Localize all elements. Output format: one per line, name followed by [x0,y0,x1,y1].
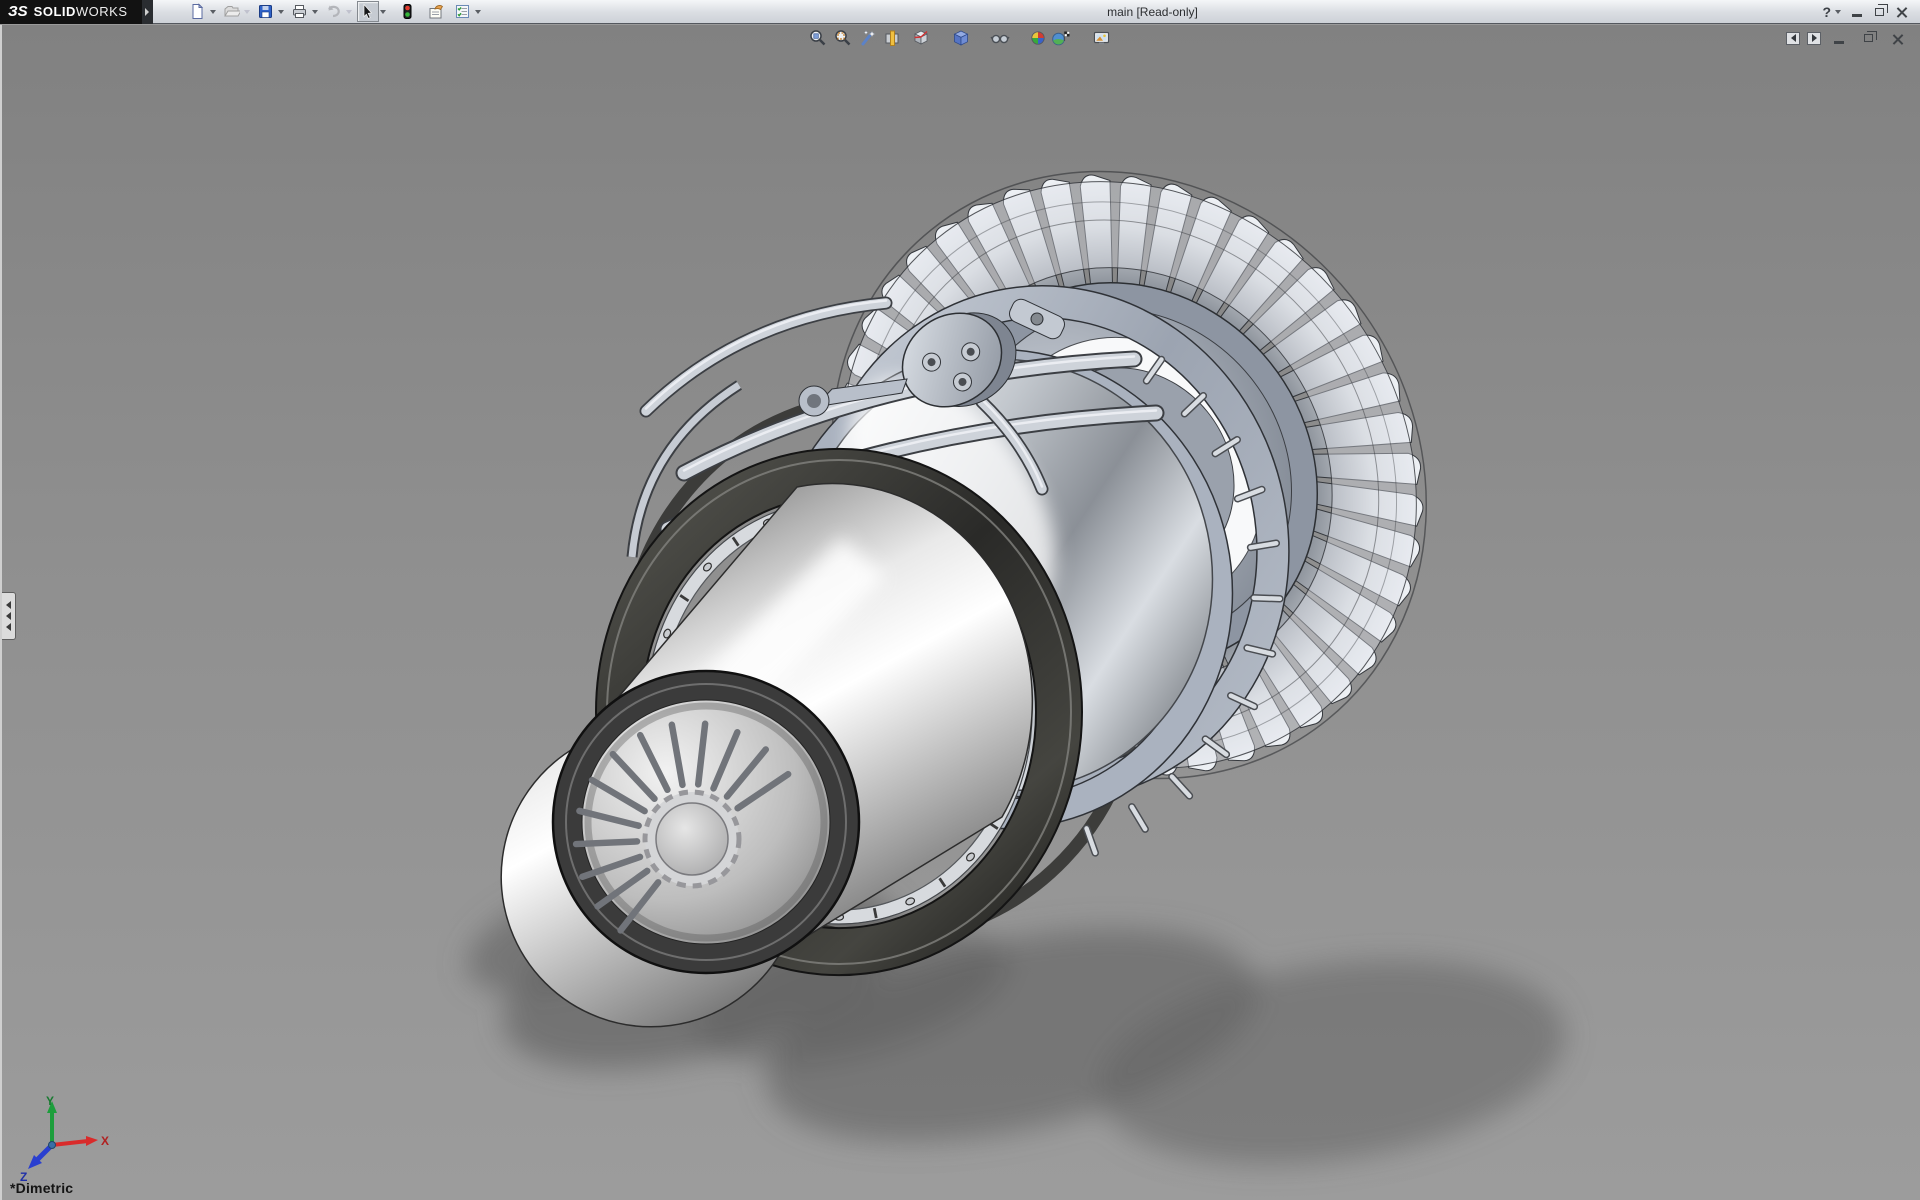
heads-up-view-toolbar [808,28,1111,48]
document-title: main [Read-only] [486,5,1820,19]
section-view-icon [883,29,901,47]
titlebar: ЗS SOLIDWORKS [0,0,1920,24]
select-button[interactable] [357,1,379,22]
save-dropdown[interactable] [278,10,284,14]
menu-flyout-arrow[interactable] [142,0,153,24]
zoom-to-area-button[interactable] [833,28,853,48]
collapse-left-icon [1791,34,1796,42]
collapse-arrow-icon [6,612,11,620]
doc-close-icon [1892,33,1903,44]
view-orientation-icon [912,29,930,47]
display-style-button[interactable] [951,28,971,48]
collapse-right-button[interactable] [1807,32,1821,45]
solidworks-logo-text: SOLIDWORKS [34,4,128,19]
doc-close-button[interactable] [1886,29,1908,47]
collapse-arrow-icon [6,623,11,631]
help-button[interactable]: ? [1819,4,1834,20]
save-button[interactable] [255,1,277,22]
display-style-icon [952,29,970,47]
previous-view-button[interactable] [858,28,878,48]
view-settings-icon [1092,29,1111,47]
triad-x-label: X [101,1134,109,1148]
main-toolbar [187,1,486,22]
design-binder-icon [427,3,445,20]
hide-show-items-button[interactable] [990,28,1010,48]
minimize-icon [1852,14,1862,17]
section-view-button[interactable] [882,28,902,48]
solidworks-logo: ЗS SOLIDWORKS [0,0,142,24]
view-settings-button[interactable] [1091,28,1111,48]
print-button[interactable] [289,1,311,22]
restore-icon [1875,8,1884,16]
graphics-viewport[interactable]: Y X Z *Dimetric [0,25,1920,1200]
hide-show-items-icon [990,29,1010,47]
solidworks-logo-mark: ЗS [8,3,28,20]
save-icon [257,3,274,20]
edit-appearance-icon [1029,29,1047,47]
options-icon [454,3,471,20]
collapse-left-button[interactable] [1786,32,1800,45]
triad-y-label: Y [46,1094,54,1108]
reference-triad: Y X Z [8,1093,118,1193]
jet-engine-model [2,25,1920,1200]
open-dropdown[interactable] [244,10,250,14]
new-document-button[interactable] [187,1,209,22]
doc-restore-icon [1864,34,1873,42]
previous-view-icon [859,29,877,47]
window-controls: ? [1819,3,1912,21]
doc-minimize-icon [1834,41,1844,44]
minimize-button[interactable] [1846,3,1868,21]
doc-minimize-button[interactable] [1828,29,1850,47]
doc-restore-button[interactable] [1857,29,1879,47]
edit-appearance-button[interactable] [1028,28,1048,48]
options-dropdown[interactable] [475,10,481,14]
new-document-dropdown[interactable] [210,10,216,14]
design-binder-button[interactable] [425,1,447,22]
select-dropdown[interactable] [380,10,386,14]
help-dropdown[interactable] [1835,10,1841,14]
options-button[interactable] [452,1,474,22]
zoom-to-fit-icon [809,29,827,47]
undo-icon [325,3,342,20]
traffic-light-icon [399,3,416,20]
apply-scene-button[interactable] [1050,28,1070,48]
undo-button[interactable] [323,1,345,22]
feature-manager-collapsed-tab[interactable] [2,592,16,640]
zoom-to-area-icon [834,29,852,47]
undo-dropdown[interactable] [346,10,352,14]
apply-scene-icon [1051,29,1070,47]
close-button[interactable] [1890,3,1912,21]
collapse-right-icon [1812,34,1817,42]
print-icon [291,3,308,20]
zoom-to-fit-button[interactable] [808,28,828,48]
collapse-arrow-icon [6,601,11,609]
traffic-light-button[interactable] [397,1,419,22]
document-window-controls [1786,29,1908,47]
close-icon [1896,6,1907,17]
open-button[interactable] [221,1,243,22]
new-document-icon [189,3,206,20]
restore-button[interactable] [1868,3,1890,21]
view-orientation-label: *Dimetric [10,1180,73,1196]
print-dropdown[interactable] [312,10,318,14]
select-cursor-icon [359,3,376,20]
view-orientation-button[interactable] [911,28,931,48]
open-icon [223,3,240,20]
